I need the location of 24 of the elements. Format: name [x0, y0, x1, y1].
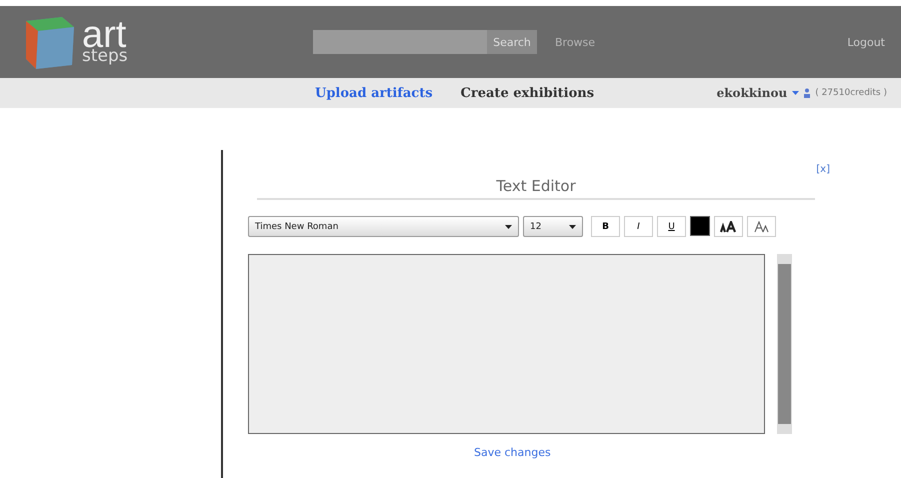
logo-text: art steps [82, 20, 128, 64]
dropdown-arrow-icon [505, 224, 512, 228]
person-icon [804, 88, 810, 98]
size-select[interactable]: 12 [523, 216, 583, 237]
scrollbar[interactable] [777, 254, 792, 434]
color-swatch[interactable] [690, 216, 710, 236]
close-link[interactable]: [x] [816, 164, 830, 175]
font-grow-icon [720, 220, 738, 232]
dropdown-arrow-icon [569, 224, 576, 228]
search-field[interactable] [313, 30, 487, 54]
nav-link[interactable]: Upload artifacts [315, 86, 433, 100]
format-button[interactable]: B [591, 216, 620, 237]
format-button[interactable]: U [657, 216, 686, 237]
save-changes-link[interactable]: Save changes [474, 446, 551, 459]
editor-title: Text Editor [257, 150, 815, 200]
format-button[interactable]: I [624, 216, 653, 237]
font-shrink-icon [754, 220, 770, 232]
nav-link[interactable]: Create exhibitions [460, 86, 594, 100]
font-grow-button[interactable] [714, 216, 743, 237]
font-shrink-button[interactable] [747, 216, 776, 237]
username[interactable]: ekokkinou [716, 86, 788, 100]
credits-text: ( 27510credits ) [815, 88, 887, 98]
font-select[interactable]: Times New Roman [248, 216, 519, 237]
dropdown-caret-icon [792, 91, 800, 95]
